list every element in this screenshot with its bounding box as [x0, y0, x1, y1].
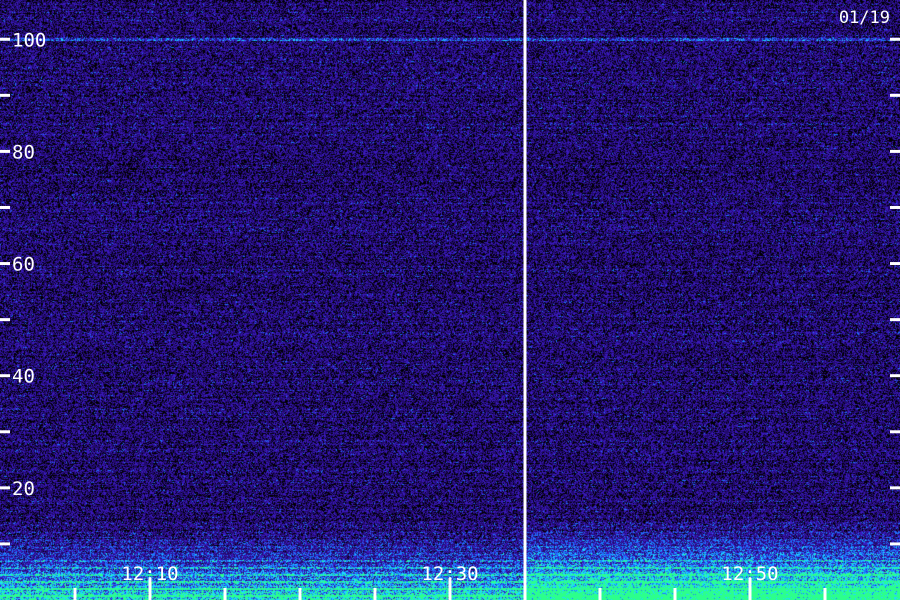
y-tick-label: 20: [12, 478, 35, 500]
axes-overlay: 01/19 100 80 60 40 20 12:10 12:30 12:50: [0, 0, 900, 600]
x-axis: 12:10 12:30 12:50: [73, 563, 827, 600]
y-tick-label: 100: [12, 29, 46, 51]
date-label: 01/19: [839, 8, 890, 28]
y-axis: 100 80 60 40 20: [0, 29, 900, 546]
y-tick-label: 40: [12, 366, 35, 388]
x-tick-label: 12:10: [121, 563, 178, 585]
y-tick-label: 80: [12, 141, 35, 163]
x-tick-label: 12:50: [721, 563, 778, 585]
y-tick-label: 60: [12, 254, 35, 276]
x-tick-label: 12:30: [421, 563, 478, 585]
